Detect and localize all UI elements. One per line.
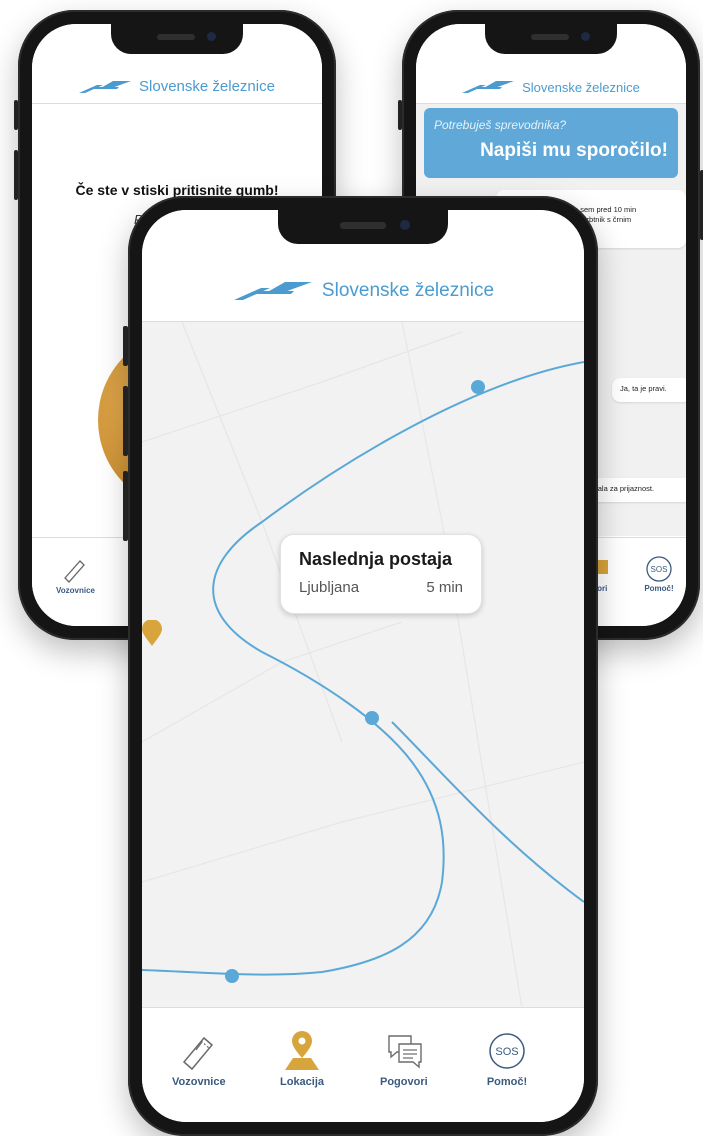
next-station-title: Naslednja postaja	[299, 549, 453, 569]
route-map	[142, 322, 584, 1008]
brand-name: Slovenske železnice	[139, 78, 275, 95]
chat-icon	[388, 1035, 422, 1069]
map-view[interactable]: Naslednja postaja Ljubljana 5 min	[142, 322, 584, 1008]
next-station-card[interactable]: Naslednja postaja Ljubljana 5 min	[280, 534, 482, 614]
tab-label: Vozovnice	[172, 1076, 226, 1088]
message-text: Ja, ta je pravi.	[620, 384, 667, 393]
chat-banner: Potrebuješ sprevodnika? Napiši mu sporoč…	[424, 108, 678, 178]
side-button	[398, 100, 402, 130]
train-location-pin-icon	[142, 620, 162, 646]
tab-label: Pomoč!	[486, 1076, 528, 1088]
banner-title: Napiši mu sporočilo!	[480, 140, 668, 161]
side-button	[14, 150, 18, 200]
svg-text:SOS: SOS	[651, 565, 668, 574]
ticket-icon	[64, 560, 86, 583]
sos-icon: SOS	[646, 556, 672, 582]
sos-icon: SOS	[489, 1033, 525, 1069]
notch	[278, 210, 448, 244]
phone-map: Slovenske železnice Naslednja postaja Lj…	[123, 196, 598, 1136]
rail-logo-icon	[233, 282, 312, 300]
side-button	[123, 326, 128, 366]
side-button	[123, 471, 128, 541]
station-marker[interactable]	[225, 969, 239, 983]
banner-subtitle: Potrebuješ sprevodnika?	[434, 118, 567, 132]
message-text: vala za prijaznost.	[594, 484, 655, 493]
rail-logo-icon	[79, 80, 132, 93]
location-icon	[285, 1031, 320, 1070]
next-station-name: Ljubljana	[299, 579, 360, 596]
message-bubble: vala za prijaznost.	[586, 478, 686, 502]
tab-label: Pomoč!	[644, 584, 674, 593]
tab-lokacija[interactable]: Lokacija	[280, 1030, 324, 1088]
brand-logo: Slovenske železnice	[462, 79, 640, 95]
brand-name: Slovenske železnice	[321, 280, 495, 301]
brand-logo: Slovenske železnice	[79, 78, 275, 95]
map-screen: Slovenske železnice Naslednja postaja Lj…	[142, 210, 584, 1122]
next-station-eta: 5 min	[426, 579, 463, 596]
tab-pogovori[interactable]: Pogovori	[380, 1030, 428, 1088]
notch	[111, 24, 243, 54]
message-bubble: Ja, ta je pravi.	[612, 378, 686, 402]
side-button	[14, 100, 18, 130]
notch	[485, 24, 617, 54]
ticket-icon	[182, 1036, 213, 1071]
station-marker[interactable]	[471, 380, 485, 394]
brand-name: Slovenske železnice	[522, 79, 640, 95]
station-marker[interactable]	[365, 711, 379, 725]
tab-pomoc[interactable]: SOS Pomoč!	[644, 554, 674, 593]
tab-label: Lokacija	[280, 1076, 325, 1088]
tab-vozovnice[interactable]: Vozovnice	[56, 556, 95, 595]
side-button	[123, 386, 128, 456]
sos-icon-text: SOS	[495, 1046, 518, 1058]
tab-bar: Vozovnice Lokacija Pogovori SOS Pomoč!	[142, 1007, 584, 1122]
rail-logo-icon	[462, 81, 515, 93]
tab-label: Vozovnice	[56, 586, 95, 595]
tab-pomoc[interactable]: SOS Pomoč!	[486, 1030, 528, 1088]
brand-logo: Slovenske železnice	[232, 279, 494, 303]
tab-label: Pogovori	[380, 1076, 428, 1088]
tab-vozovnice[interactable]: Vozovnice	[172, 1030, 226, 1088]
